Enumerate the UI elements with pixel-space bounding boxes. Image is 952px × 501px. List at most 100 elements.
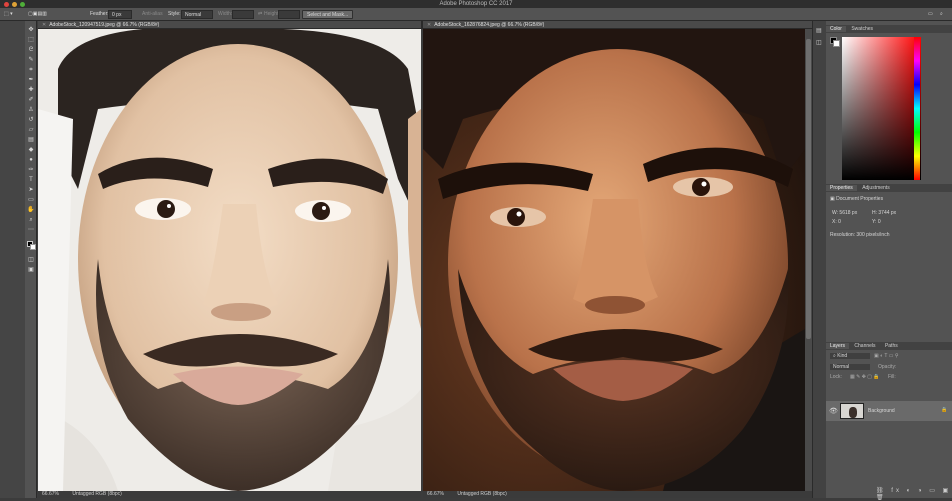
dodge-tool-icon[interactable]: ● xyxy=(27,157,35,163)
tab-layers[interactable]: Layers xyxy=(826,343,850,349)
tools-panel: ✥ ⬚ ᘓ ✎ ⌗ ✒ ✚ ✐ ♙ ↺ ▱ ▤ ◆ ● ✑ T ➤ ▭ ✋ ⌕ … xyxy=(25,21,37,498)
document-tab-2-label: AdobeStock_162876824.jpeg @ 66.7% (RGB/8… xyxy=(434,22,545,28)
layer-filter-label: Kind xyxy=(837,353,848,359)
clone-stamp-tool-icon[interactable]: ♙ xyxy=(27,107,35,113)
layers-panel-tabs: Layers Channels Paths xyxy=(826,342,952,350)
move-tool-icon[interactable]: ✥ xyxy=(27,27,35,33)
lasso-tool-icon[interactable]: ᘓ xyxy=(27,47,35,53)
height-input[interactable] xyxy=(278,10,300,19)
hue-slider[interactable] xyxy=(914,37,920,180)
select-and-mask-button[interactable]: Select and Mask... xyxy=(302,10,354,19)
app-title: Adobe Photoshop CC 2017 xyxy=(439,1,513,7)
scrollbar-thumb[interactable] xyxy=(806,39,811,339)
hand-tool-icon[interactable]: ✋ xyxy=(27,207,35,213)
doc2-zoom[interactable]: 66.67% xyxy=(427,491,444,497)
document-1-status-bar: 66.67% Untagged RGB (8bpc) xyxy=(38,491,421,498)
prop-height[interactable]: H: 3744 px xyxy=(872,210,896,216)
properties-panel-tabs: Properties Adjustments xyxy=(826,184,952,192)
opacity-label: Opacity: xyxy=(878,364,897,370)
history-brush-tool-icon[interactable]: ↺ xyxy=(27,117,35,123)
tab-properties[interactable]: Properties xyxy=(826,185,857,191)
title-bar: Adobe Photoshop CC 2017 xyxy=(0,0,952,8)
doc1-zoom[interactable]: 66.67% xyxy=(42,491,59,497)
path-selection-tool-icon[interactable]: ➤ xyxy=(27,187,35,193)
feather-input[interactable]: 0 px xyxy=(108,10,132,19)
layers-footer-icons[interactable]: ⛓ fx ◐ ◑ ▭ ▣ 🗑 xyxy=(876,487,952,501)
selection-mode-icons[interactable]: ▢▣▤▥ xyxy=(28,10,47,19)
lock-label: Lock: xyxy=(830,374,842,380)
brush-tool-icon[interactable]: ✐ xyxy=(27,97,35,103)
prop-resolution: Resolution: 300 pixels/inch xyxy=(830,232,890,238)
document-tab-2[interactable]: ✕ AdobeStock_162876824.jpeg @ 66.7% (RGB/… xyxy=(421,21,812,29)
screen-mode-icon[interactable]: ▣ xyxy=(27,267,35,273)
layer-name[interactable]: Background xyxy=(868,408,895,414)
swap-icon[interactable]: ⇄ xyxy=(258,10,262,19)
style-label: Style: xyxy=(168,11,181,17)
eraser-tool-icon[interactable]: ▱ xyxy=(27,127,35,133)
more-tools-icon[interactable]: ⋯ xyxy=(27,227,35,233)
tab-swatches[interactable]: Swatches xyxy=(847,26,877,32)
color-background-swatch[interactable] xyxy=(833,40,840,47)
prop-x[interactable]: X: 0 xyxy=(832,219,841,225)
tab-color[interactable]: Color xyxy=(826,26,846,32)
close-tab-icon[interactable]: ✕ xyxy=(42,22,46,28)
prop-y[interactable]: Y: 0 xyxy=(872,219,881,225)
close-window-icon[interactable] xyxy=(4,1,9,7)
marquee-tool-icon[interactable]: ⬚ ▾ xyxy=(4,10,13,19)
search-icon[interactable]: ⌕ xyxy=(940,10,943,19)
properties-section-label: Document Properties xyxy=(836,196,884,202)
crop-tool-icon[interactable]: ⌗ xyxy=(27,67,35,73)
workspace-icon[interactable]: ▭ xyxy=(928,10,933,19)
width-label: Width: xyxy=(218,11,233,17)
panel-dock: Color Swatches Properties Adjustments ▣ … xyxy=(826,21,952,501)
layer-thumbnail xyxy=(840,403,864,419)
marquee-tool-icon[interactable]: ⬚ xyxy=(27,37,35,43)
blur-tool-icon[interactable]: ◆ xyxy=(27,147,35,153)
doc2-profile: Untagged RGB (8bpc) xyxy=(457,491,507,497)
color-panel-tabs: Color Swatches xyxy=(826,25,952,33)
layer-lock-icon: 🔒 xyxy=(941,407,948,413)
eyedropper-tool-icon[interactable]: ✒ xyxy=(27,77,35,83)
maximize-window-icon[interactable] xyxy=(20,1,25,7)
options-bar: ⬚ ▾ ▢▣▤▥ Feather: 0 px Anti-alias Style:… xyxy=(0,8,952,21)
document-canvas-2[interactable] xyxy=(423,29,805,491)
gradient-tool-icon[interactable]: ▤ xyxy=(27,137,35,143)
layer-filter-icons[interactable]: ▣ ◐ T ▭ ⚲ xyxy=(874,353,899,359)
document-canvas-1[interactable] xyxy=(38,29,421,491)
history-panel-icon[interactable]: ▤ xyxy=(816,27,822,34)
background-color-swatch[interactable] xyxy=(30,244,36,250)
layer-filter-select[interactable]: ⌕ Kind xyxy=(830,353,870,359)
document-tab-1-label: AdobeStock_120947519.jpeg @ 66.7% (RGB/8… xyxy=(49,22,160,28)
feather-label: Feather: xyxy=(90,11,109,17)
document-2-status-bar: 66.67% Untagged RGB (8bpc) xyxy=(423,491,812,498)
doc1-profile: Untagged RGB (8bpc) xyxy=(72,491,122,497)
quick-select-tool-icon[interactable]: ✎ xyxy=(27,57,35,63)
left-margin xyxy=(0,21,25,498)
pen-tool-icon[interactable]: ✑ xyxy=(27,167,35,173)
document-properties-heading: ▣ Document Properties xyxy=(830,196,884,202)
style-select[interactable]: Normal xyxy=(181,10,213,19)
eye-icon[interactable]: 👁 xyxy=(829,407,838,415)
healing-brush-tool-icon[interactable]: ✚ xyxy=(27,87,35,93)
blend-mode-select[interactable]: Normal xyxy=(830,364,870,370)
tab-paths[interactable]: Paths xyxy=(881,343,902,349)
doc2-scrollbar[interactable] xyxy=(805,29,812,491)
shape-tool-icon[interactable]: ▭ xyxy=(27,197,35,203)
zoom-tool-icon[interactable]: ⌕ xyxy=(27,217,35,223)
close-tab-icon[interactable]: ✕ xyxy=(427,22,431,28)
portrait-photo-2 xyxy=(423,29,805,491)
prop-width[interactable]: W: 5618 px xyxy=(832,210,857,216)
minimize-window-icon[interactable] xyxy=(12,1,17,7)
lock-icons[interactable]: ▦ ✎ ✥ ▢ 🔒 xyxy=(850,374,880,380)
width-input[interactable] xyxy=(232,10,254,19)
color-spectrum-field[interactable] xyxy=(842,37,921,180)
layer-row-background[interactable]: 👁 Background 🔒 xyxy=(826,401,952,421)
info-panel-icon[interactable]: ◫ xyxy=(816,39,822,46)
anti-alias-checkbox[interactable]: Anti-alias xyxy=(142,10,163,19)
tab-adjustments[interactable]: Adjustments xyxy=(858,185,894,191)
document-tab-1[interactable]: ✕ AdobeStock_120947519.jpeg @ 66.7% (RGB/… xyxy=(38,21,421,29)
type-tool-icon[interactable]: T xyxy=(27,177,35,183)
tab-channels[interactable]: Channels xyxy=(850,343,879,349)
quick-mask-icon[interactable]: ◫ xyxy=(27,257,35,263)
collapsed-panel-icons: ▤ ◫ xyxy=(812,21,826,498)
